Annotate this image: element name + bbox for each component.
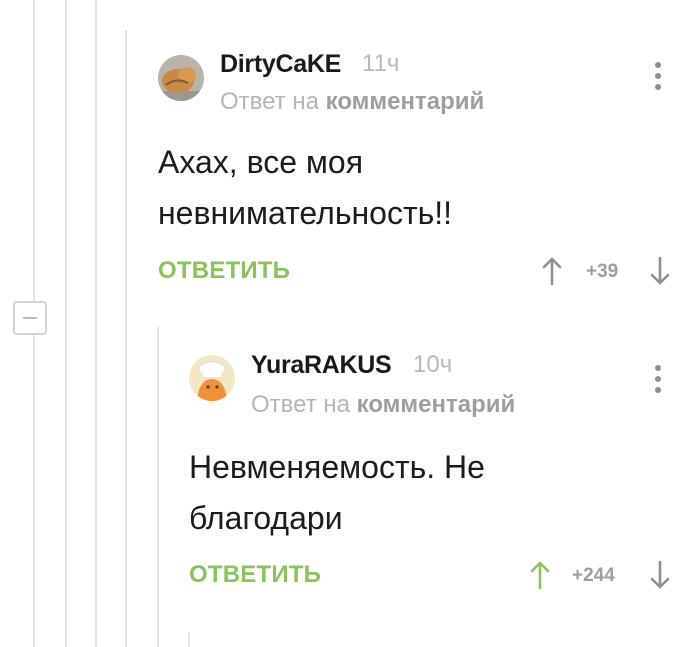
comment-text: Невменяемость. Не благодари (189, 449, 485, 536)
downvote-icon[interactable] (650, 560, 670, 590)
upvote-icon[interactable] (530, 560, 550, 590)
reply-to-target[interactable]: комментарий (357, 391, 516, 418)
comment-time: 10ч (413, 351, 453, 378)
more-options-icon[interactable] (653, 365, 663, 398)
reply-to-prefix: Ответ на (251, 391, 350, 418)
rating-value: +244 (572, 565, 615, 586)
reply-to-link[interactable]: Ответ на комментарий (251, 391, 515, 419)
comment-author[interactable]: YuraRAKUS (251, 351, 392, 380)
comment-2: YuraRAKUS 10ч Ответ на комментарий Невме… (0, 0, 700, 647)
avatar[interactable] (189, 355, 235, 401)
reply-button[interactable]: ОТВЕТИТЬ (189, 561, 321, 589)
